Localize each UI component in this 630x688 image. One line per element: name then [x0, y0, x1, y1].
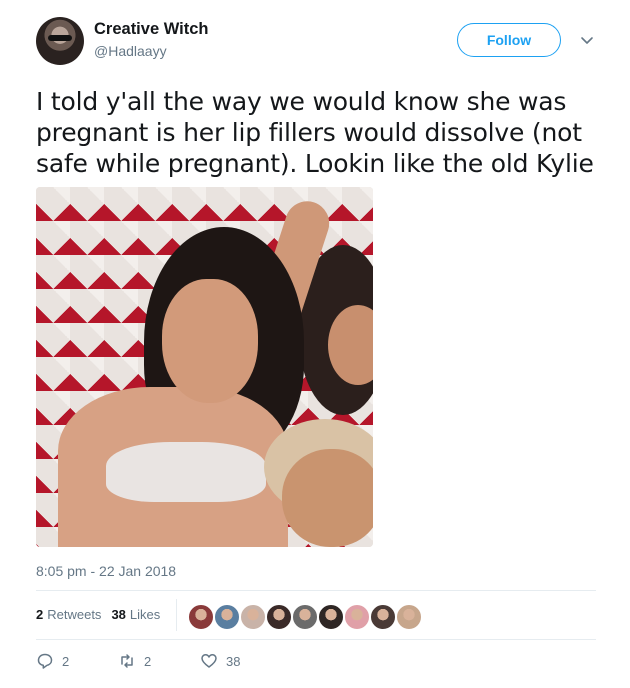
- tweet-photo[interactable]: [36, 187, 373, 547]
- liker-avatar[interactable]: [239, 603, 267, 631]
- like-action[interactable]: 38: [200, 652, 240, 670]
- liker-avatar[interactable]: [369, 603, 397, 631]
- like-count: 38: [226, 653, 241, 669]
- photo-figure-face: [162, 279, 258, 403]
- photo-figure-face: [282, 449, 373, 547]
- user-handle[interactable]: @Hadlaayy: [94, 43, 167, 59]
- liker-avatar[interactable]: [317, 603, 345, 631]
- tweet-text: I told y'all the way we would know she w…: [36, 87, 594, 178]
- avatar[interactable]: [36, 17, 84, 65]
- retweets-label: Retweets: [47, 607, 102, 622]
- tweet-timestamp[interactable]: 8:05 pm - 22 Jan 2018: [36, 563, 176, 579]
- liker-avatar[interactable]: [187, 603, 215, 631]
- user-display-name[interactable]: Creative Witch: [94, 20, 208, 39]
- liker-avatars: [187, 603, 423, 631]
- reply-action[interactable]: 2: [36, 652, 69, 670]
- photo-figure-top: [106, 442, 266, 502]
- liker-avatar[interactable]: [265, 603, 293, 631]
- chevron-down-icon[interactable]: [580, 33, 594, 47]
- retweet-count: 2: [144, 653, 152, 669]
- follow-button[interactable]: Follow: [457, 23, 561, 57]
- divider: [36, 590, 596, 591]
- likes-count: 38: [111, 607, 126, 622]
- liker-avatar[interactable]: [395, 603, 423, 631]
- tweet-card: Creative Witch @Hadlaayy Follow I told y…: [0, 0, 630, 688]
- divider: [36, 639, 596, 640]
- reply-icon: [37, 653, 53, 669]
- retweet-icon: [121, 654, 133, 668]
- retweets-stat[interactable]: 2 Retweets: [36, 607, 101, 622]
- stats-separator: [176, 599, 177, 631]
- retweets-count: 2: [36, 607, 44, 622]
- likes-stat[interactable]: 38 Likes: [111, 607, 160, 622]
- liker-avatar[interactable]: [343, 603, 371, 631]
- avatar-sunglasses: [48, 35, 72, 41]
- likes-label: Likes: [129, 607, 161, 622]
- tweet-stats: 2 Retweets 38 Likes: [36, 607, 160, 622]
- retweet-action[interactable]: 2: [118, 652, 151, 670]
- heart-icon: [201, 654, 217, 668]
- liker-avatar[interactable]: [213, 603, 241, 631]
- liker-avatar[interactable]: [291, 603, 319, 631]
- reply-count: 2: [62, 653, 70, 669]
